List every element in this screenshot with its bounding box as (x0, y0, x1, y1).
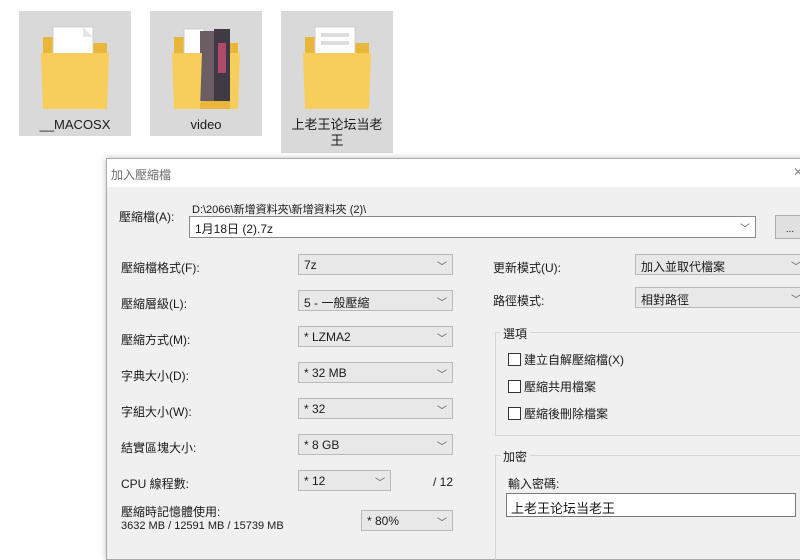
archive-filename-combo[interactable]: 1月18日 (2).7z ﹀ (189, 216, 756, 238)
path-mode-label: 路徑模式: (493, 294, 545, 308)
folder-label: __MACOSX (39, 117, 111, 132)
level-combo[interactable]: 5 - 一般壓縮 ﹀ (298, 290, 453, 311)
chevron-down-icon: ﹀ (437, 518, 447, 529)
solid-combo[interactable]: * 8 GB ﹀ (298, 434, 453, 455)
memory-detail: 3632 MB / 12591 MB / 15739 MB (121, 520, 284, 532)
folder-icon (172, 28, 240, 109)
level-label: 壓縮層級(L): (121, 297, 188, 311)
dict-value: * 32 MB (304, 366, 347, 380)
shared-files-checkbox[interactable]: 壓縮共用檔案 (508, 378, 596, 395)
chevron-down-icon: ﹀ (437, 262, 447, 273)
title-bar: 加入壓縮檔 ✕ (107, 159, 800, 187)
solid-label: 結實區塊大小: (121, 441, 197, 455)
chevron-down-icon: ﹀ (437, 334, 447, 345)
format-value: 7z (304, 258, 317, 272)
path-mode-value: 相對路徑 (641, 293, 690, 307)
folder-shortcut[interactable]: 上老王论坛当老王 (281, 11, 393, 153)
checkbox-box[interactable] (508, 380, 521, 393)
password-input[interactable]: 上老王论坛当老王 (506, 493, 796, 517)
word-combo[interactable]: * 32 ﹀ (298, 398, 453, 419)
solid-value: * 8 GB (304, 438, 340, 452)
archive-label: 壓縮檔(A): (119, 210, 175, 224)
browse-button[interactable]: ... (775, 215, 800, 239)
word-label: 字組大小(W): (121, 405, 192, 419)
cpu-max: / 12 (433, 475, 454, 489)
memory-value: * 80% (367, 514, 400, 528)
memory-combo[interactable]: * 80% ﹀ (361, 510, 453, 531)
method-label: 壓縮方式(M): (121, 333, 191, 347)
close-icon[interactable]: ✕ (793, 165, 800, 179)
archive-path: D:\2066\新增資料夾\新增資料夾 (2)\ (192, 204, 367, 216)
method-value: * LZMA2 (304, 330, 351, 344)
chevron-down-icon: ﹀ (437, 370, 447, 381)
folder-video[interactable]: video (150, 11, 262, 136)
checkbox-box[interactable] (508, 407, 521, 420)
delete-after-checkbox-label: 壓縮後刪除檔案 (524, 407, 609, 421)
level-value: 5 - 一般壓縮 (304, 296, 370, 310)
chevron-down-icon: ﹀ (791, 262, 800, 273)
password-label: 輸入密碼: (508, 477, 560, 491)
dict-combo[interactable]: * 32 MB ﹀ (298, 362, 453, 383)
memory-label: 壓縮時記憶體使用: (121, 505, 221, 519)
chevron-down-icon: ﹀ (740, 224, 750, 235)
cpu-label: CPU 線程數: (121, 477, 190, 491)
format-combo[interactable]: 7z ﹀ (298, 254, 453, 275)
word-value: * 32 (304, 402, 326, 416)
checkbox-box[interactable] (508, 353, 521, 366)
folder-icon (41, 26, 109, 109)
format-label: 壓縮檔格式(F): (121, 261, 200, 275)
update-mode-combo[interactable]: 加入並取代檔案 ﹀ (635, 254, 800, 275)
sfx-checkbox-label: 建立自解壓縮檔(X) (524, 353, 624, 367)
update-mode-value: 加入並取代檔案 (641, 260, 726, 274)
delete-after-checkbox[interactable]: 壓縮後刪除檔案 (508, 405, 608, 422)
chevron-down-icon: ﹀ (437, 298, 447, 309)
browse-button-label: ... (785, 224, 795, 235)
add-archive-dialog: 加入壓縮檔 ✕ 壓縮檔(A): D:\2066\新增資料夾\新增資料夾 (2)\… (106, 158, 800, 560)
sfx-checkbox[interactable]: 建立自解壓縮檔(X) (508, 351, 624, 368)
password-value: 上老王论坛当老王 (511, 501, 616, 516)
cpu-value: * 12 (304, 474, 326, 488)
dict-label: 字典大小(D): (121, 369, 189, 383)
chevron-down-icon: ﹀ (437, 442, 447, 453)
encryption-group-title: 加密 (500, 448, 531, 465)
path-mode-combo[interactable]: 相對路徑 ﹀ (635, 287, 800, 308)
chevron-down-icon: ﹀ (437, 406, 447, 417)
options-group: 選項 建立自解壓縮檔(X) 壓縮共用檔案 壓縮後刪除檔案 (495, 325, 800, 436)
folder-icon (303, 26, 371, 109)
folder-macosx[interactable]: __MACOSX (19, 11, 131, 136)
dialog-title: 加入壓縮檔 (111, 168, 172, 182)
chevron-down-icon: ﹀ (791, 295, 800, 306)
cpu-combo[interactable]: * 12 ﹀ (298, 470, 391, 491)
folder-label: video (190, 117, 222, 132)
method-combo[interactable]: * LZMA2 ﹀ (298, 326, 453, 347)
chevron-down-icon: ﹀ (375, 478, 385, 489)
update-mode-label: 更新模式(U): (493, 261, 561, 275)
shared-files-checkbox-label: 壓縮共用檔案 (524, 380, 597, 394)
folder-label: 上老王论坛当老王 (291, 117, 383, 148)
options-group-title: 選項 (500, 325, 531, 342)
archive-filename: 1月18日 (2).7z (195, 222, 274, 236)
encryption-group: 加密 輸入密碼: 上老王论坛当老王 (495, 448, 800, 560)
